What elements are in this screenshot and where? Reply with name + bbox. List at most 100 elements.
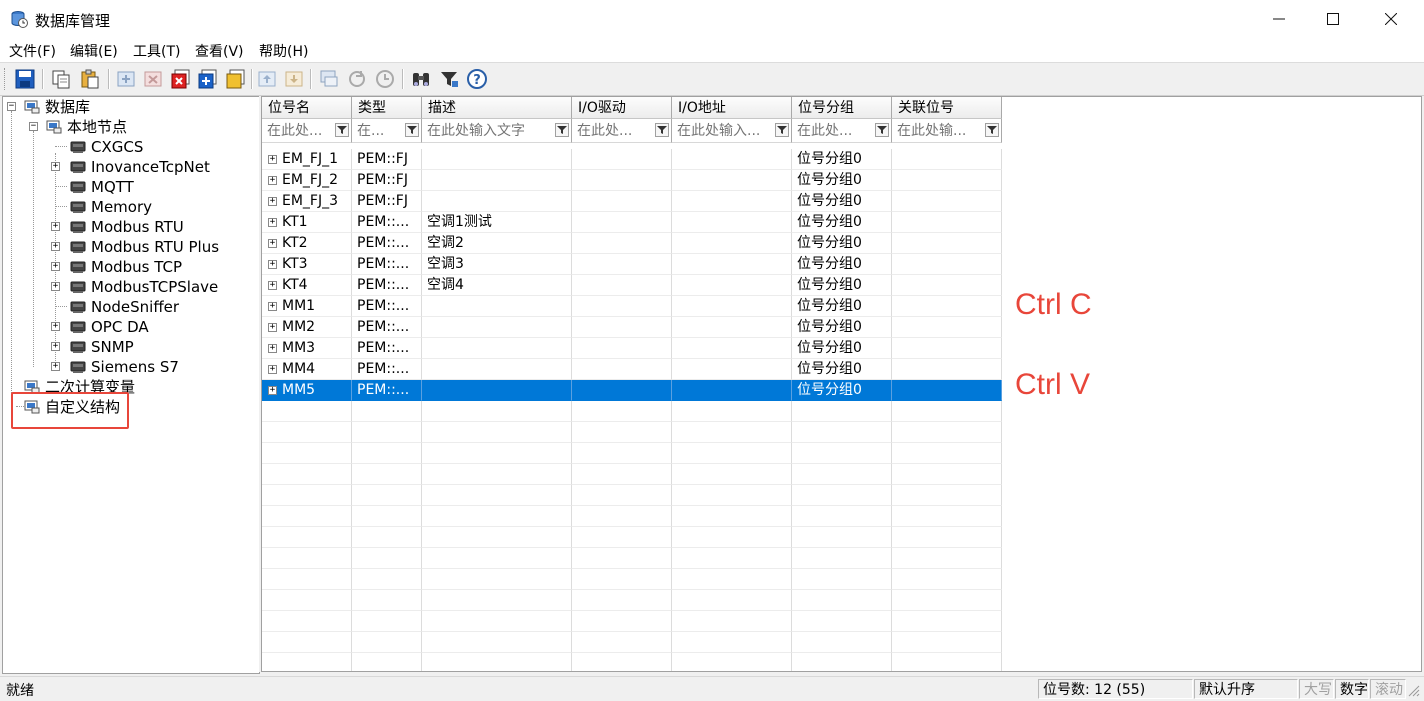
row-expand-icon[interactable]: + bbox=[268, 365, 277, 374]
table-row[interactable]: KT3 PEM::... 空调3 位号分组0 + bbox=[262, 254, 1002, 275]
filter-input-description[interactable] bbox=[423, 121, 557, 141]
cell-linked-tag[interactable] bbox=[892, 275, 1002, 296]
table-row[interactable]: MM5 PEM::... 位号分组0 + bbox=[262, 380, 1002, 401]
cell-io-driver[interactable] bbox=[572, 338, 672, 359]
cell-io-driver[interactable] bbox=[572, 359, 672, 380]
filter-button[interactable] bbox=[438, 68, 460, 90]
cell-description[interactable] bbox=[422, 170, 572, 191]
cell-tag-group[interactable]: 位号分组0 bbox=[792, 149, 892, 170]
cell-type[interactable]: PEM::FJ bbox=[352, 170, 422, 191]
tree-node-driver[interactable]: MQTT bbox=[3, 177, 253, 197]
cell-description[interactable] bbox=[422, 380, 572, 401]
history-button[interactable] bbox=[374, 68, 396, 90]
cell-linked-tag[interactable] bbox=[892, 170, 1002, 191]
cell-io-address[interactable] bbox=[672, 359, 792, 380]
cell-io-address[interactable] bbox=[672, 317, 792, 338]
tree-node-driver[interactable]: + ModbusTCPSlave bbox=[3, 277, 253, 297]
cell-description[interactable]: 空调3 bbox=[422, 254, 572, 275]
cell-type[interactable]: PEM::... bbox=[352, 296, 422, 317]
table-row[interactable]: KT1 PEM::... 空调1测试 位号分组0 + bbox=[262, 212, 1002, 233]
paste-button[interactable] bbox=[79, 68, 101, 90]
cell-linked-tag[interactable] bbox=[892, 149, 1002, 170]
cell-type[interactable]: PEM::FJ bbox=[352, 149, 422, 170]
maximize-button[interactable] bbox=[1306, 0, 1360, 38]
minimize-button[interactable] bbox=[1252, 0, 1306, 38]
row-expand-icon[interactable]: + bbox=[268, 218, 277, 227]
cell-description[interactable] bbox=[422, 149, 572, 170]
resize-grip-icon[interactable] bbox=[1408, 685, 1420, 697]
add-tag-button[interactable] bbox=[115, 68, 137, 90]
table-row[interactable]: MM1 PEM::... 位号分组0 + bbox=[262, 296, 1002, 317]
table-row[interactable]: KT2 PEM::... 空调2 位号分组0 + bbox=[262, 233, 1002, 254]
expand-icon[interactable]: + bbox=[51, 342, 60, 351]
filter-dropdown-button[interactable] bbox=[555, 123, 569, 137]
cell-description[interactable] bbox=[422, 359, 572, 380]
cell-tag-group[interactable]: 位号分组0 bbox=[792, 359, 892, 380]
filter-dropdown-button[interactable] bbox=[335, 123, 349, 137]
cell-description[interactable] bbox=[422, 317, 572, 338]
row-expand-icon[interactable]: + bbox=[268, 239, 277, 248]
table-row[interactable]: EM_FJ_2 PEM::FJ 位号分组0 + bbox=[262, 170, 1002, 191]
filter-input-type[interactable] bbox=[353, 121, 407, 141]
expand-icon[interactable]: + bbox=[51, 262, 60, 271]
cell-type[interactable]: PEM::... bbox=[352, 233, 422, 254]
row-expand-icon[interactable]: + bbox=[268, 281, 277, 290]
export-button[interactable] bbox=[283, 68, 305, 90]
import-button[interactable] bbox=[256, 68, 278, 90]
expand-icon[interactable]: + bbox=[51, 282, 60, 291]
cell-linked-tag[interactable] bbox=[892, 233, 1002, 254]
find-button[interactable] bbox=[410, 68, 432, 90]
cell-io-driver[interactable] bbox=[572, 233, 672, 254]
row-expand-icon[interactable]: + bbox=[268, 302, 277, 311]
tree-node-driver[interactable]: + InovanceTcpNet bbox=[3, 157, 253, 177]
cell-type[interactable]: PEM::... bbox=[352, 212, 422, 233]
filter-dropdown-button[interactable] bbox=[875, 123, 889, 137]
cell-io-driver[interactable] bbox=[572, 296, 672, 317]
menu-file[interactable]: 文件(F) bbox=[9, 41, 56, 61]
cell-io-driver[interactable] bbox=[572, 149, 672, 170]
tree-node-database[interactable]: − 数据库 bbox=[3, 97, 253, 117]
table-row[interactable]: EM_FJ_1 PEM::FJ 位号分组0 + bbox=[262, 149, 1002, 170]
cell-io-address[interactable] bbox=[672, 212, 792, 233]
add-button[interactable] bbox=[197, 68, 219, 90]
cell-tag-group[interactable]: 位号分组0 bbox=[792, 254, 892, 275]
tree-node-driver[interactable]: Memory bbox=[3, 197, 253, 217]
table-row[interactable]: MM2 PEM::... 位号分组0 + bbox=[262, 317, 1002, 338]
menu-view[interactable]: 查看(V) bbox=[195, 41, 244, 61]
cell-linked-tag[interactable] bbox=[892, 296, 1002, 317]
close-button[interactable] bbox=[1364, 0, 1418, 38]
filter-dropdown-button[interactable] bbox=[985, 123, 999, 137]
tree-node-driver[interactable]: + OPC DA bbox=[3, 317, 253, 337]
cell-io-driver[interactable] bbox=[572, 191, 672, 212]
cell-description[interactable]: 空调2 bbox=[422, 233, 572, 254]
expand-icon[interactable]: + bbox=[51, 362, 60, 371]
tag-grid[interactable]: 位号名类型描述I/O驱动I/O地址位号分组关联位号 EM_FJ_1PEM::FJ… bbox=[261, 96, 1422, 672]
cell-io-address[interactable] bbox=[672, 233, 792, 254]
cell-linked-tag[interactable] bbox=[892, 212, 1002, 233]
cell-io-driver[interactable] bbox=[572, 254, 672, 275]
filter-input-linked-tag[interactable] bbox=[893, 121, 987, 141]
row-expand-icon[interactable]: + bbox=[268, 260, 277, 269]
cell-io-driver[interactable] bbox=[572, 275, 672, 296]
cell-tag-group[interactable]: 位号分组0 bbox=[792, 170, 892, 191]
cell-tag-group[interactable]: 位号分组0 bbox=[792, 191, 892, 212]
cell-tag-group[interactable]: 位号分组0 bbox=[792, 317, 892, 338]
cell-io-address[interactable] bbox=[672, 149, 792, 170]
column-header-type[interactable]: 类型 bbox=[352, 97, 422, 119]
row-expand-icon[interactable]: + bbox=[268, 323, 277, 332]
cell-io-address[interactable] bbox=[672, 296, 792, 317]
cell-description[interactable] bbox=[422, 338, 572, 359]
cell-io-address[interactable] bbox=[672, 254, 792, 275]
tree-node-driver[interactable]: CXGCS bbox=[3, 137, 253, 157]
cell-tag-group[interactable]: 位号分组0 bbox=[792, 275, 892, 296]
cell-description[interactable] bbox=[422, 191, 572, 212]
column-header-io-address[interactable]: I/O地址 bbox=[672, 97, 792, 119]
database-tree[interactable]: − 数据库 − 本地节点 CXGCS + InovanceTcpNet MQTT Mem… bbox=[2, 96, 260, 674]
menu-help[interactable]: 帮助(H) bbox=[259, 41, 308, 61]
tree-node-driver[interactable]: + Modbus TCP bbox=[3, 257, 253, 277]
cell-type[interactable]: PEM::FJ bbox=[352, 191, 422, 212]
refresh-button[interactable] bbox=[346, 68, 368, 90]
cell-tag-group[interactable]: 位号分组0 bbox=[792, 212, 892, 233]
cell-type[interactable]: PEM::... bbox=[352, 275, 422, 296]
delete-tag-button[interactable] bbox=[142, 68, 164, 90]
